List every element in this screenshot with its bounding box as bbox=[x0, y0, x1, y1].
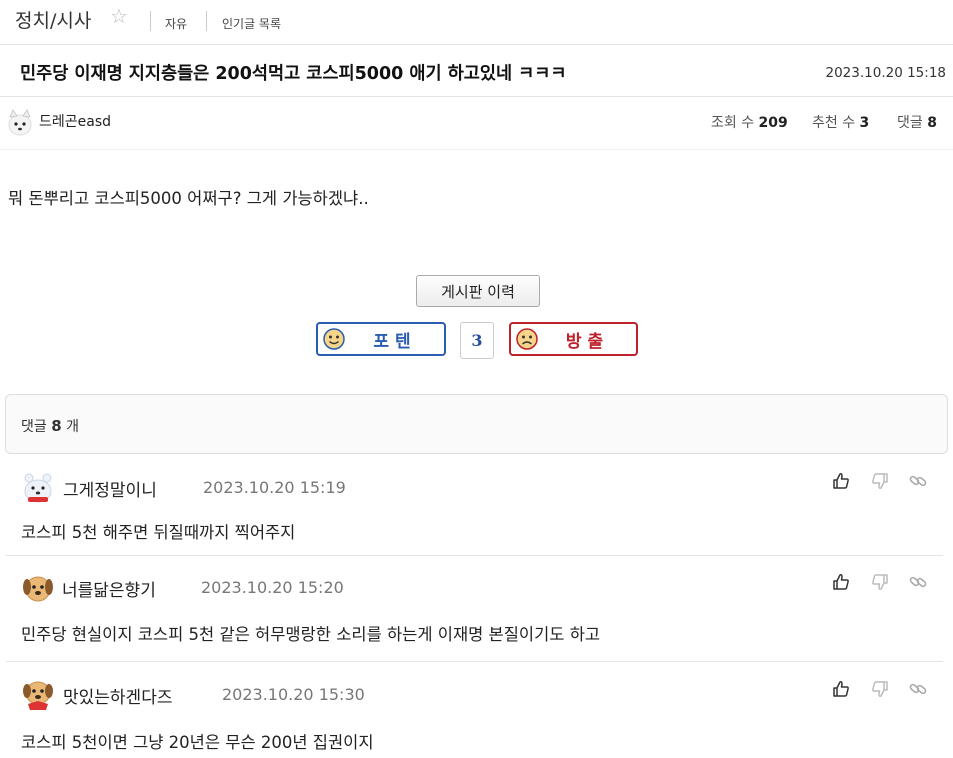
downvote-label: 방출 bbox=[565, 331, 610, 352]
comment-body: 코스피 5천 해주면 뒤질때까지 찍어주지 bbox=[21, 523, 296, 542]
thumbs-up-icon[interactable] bbox=[831, 572, 851, 592]
board-link-free[interactable]: 자유 bbox=[165, 15, 187, 32]
thumbs-down-icon[interactable] bbox=[870, 471, 890, 491]
author-avatar[interactable] bbox=[6, 107, 34, 137]
thumbs-up-icon[interactable] bbox=[831, 471, 851, 491]
comment-date: 2023.10.20 15:30 bbox=[222, 685, 365, 704]
comment-date: 2023.10.20 15:20 bbox=[201, 578, 344, 597]
thumbs-down-icon[interactable] bbox=[870, 679, 890, 699]
star-outline-icon[interactable]: ☆ bbox=[110, 4, 128, 28]
downvote-button[interactable]: 방출 bbox=[509, 322, 638, 356]
comment-avatar[interactable] bbox=[20, 677, 56, 711]
comments-header bbox=[5, 394, 948, 454]
author-bar bbox=[0, 97, 953, 150]
comment-avatar[interactable] bbox=[20, 571, 56, 605]
comment-author[interactable]: 그게정말이니 bbox=[63, 476, 157, 501]
comment-body: 코스피 5천이면 그냥 20년은 무슨 200년 집권이지 bbox=[21, 733, 374, 752]
thumbs-up-icon[interactable] bbox=[831, 679, 851, 699]
comments-count-label: 댓글 8 개 bbox=[21, 417, 79, 435]
upvote-label: 포텐 bbox=[373, 331, 417, 352]
upvote-button[interactable]: 포텐 bbox=[316, 322, 446, 356]
upvote-face-icon bbox=[323, 328, 345, 350]
divider bbox=[6, 661, 943, 662]
link-icon[interactable] bbox=[908, 679, 928, 699]
comment-author[interactable]: 너를닮은향기 bbox=[62, 576, 156, 601]
divider bbox=[150, 11, 151, 31]
divider bbox=[6, 555, 943, 556]
board-title[interactable]: 정치/시사 bbox=[15, 6, 91, 33]
board-header bbox=[0, 0, 953, 45]
thumbs-down-icon[interactable] bbox=[870, 572, 890, 592]
view-count: 조회 수 209 bbox=[711, 115, 788, 131]
comment-avatar[interactable] bbox=[20, 469, 56, 503]
comment-date: 2023.10.20 15:19 bbox=[203, 478, 346, 497]
divider bbox=[206, 11, 207, 31]
author-name[interactable]: 드레곤easd bbox=[39, 111, 111, 131]
comment-author[interactable]: 맛있는하겐다즈 bbox=[63, 683, 172, 708]
comment-body: 민주당 현실이지 코스피 5천 같은 허무맹랑한 소리를 하는게 이재명 본질이… bbox=[21, 625, 601, 644]
post-date: 2023.10.20 15:18 bbox=[825, 65, 947, 81]
link-icon[interactable] bbox=[908, 572, 928, 592]
post-title: 민주당 이재명 지지층들은 200석먹고 코스피5000 애기 하고있네 ㅋㅋㅋ bbox=[20, 64, 567, 84]
comment-count: 댓글 8 bbox=[897, 115, 937, 131]
post-content: 뭐 돈뿌리고 코스피5000 어쩌구? 그게 가능하겠냐.. bbox=[8, 189, 369, 208]
vote-count: 3 bbox=[460, 322, 494, 359]
board-history-button[interactable]: 게시판 이력 bbox=[416, 275, 540, 307]
downvote-face-icon bbox=[516, 328, 538, 350]
link-icon[interactable] bbox=[908, 471, 928, 491]
board-link-popular[interactable]: 인기글 목록 bbox=[222, 15, 281, 32]
like-count: 추천 수 3 bbox=[812, 115, 870, 131]
